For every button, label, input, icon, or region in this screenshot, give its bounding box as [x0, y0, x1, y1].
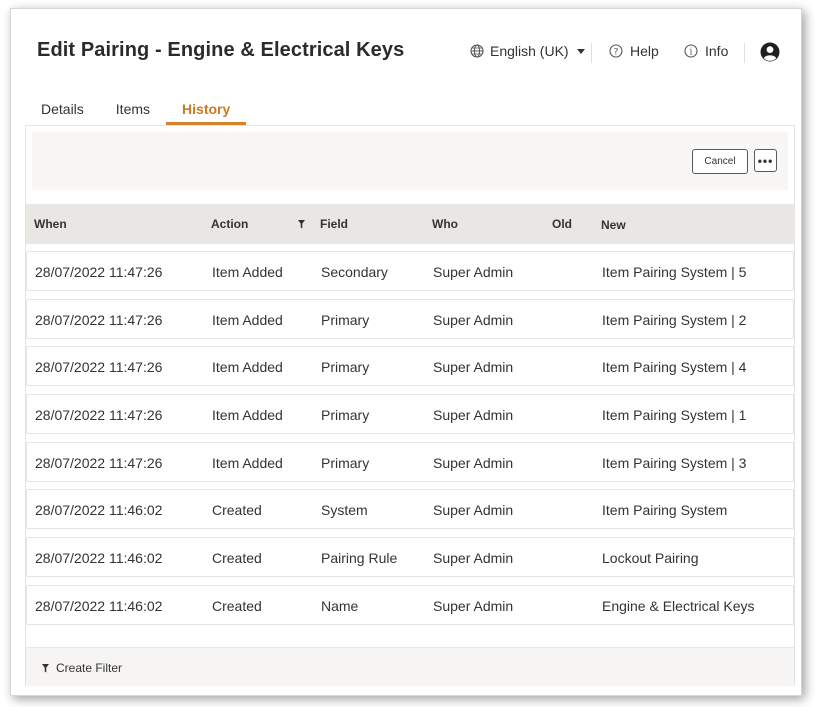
cell-who: Super Admin: [433, 502, 514, 519]
create-filter-button[interactable]: Create Filter: [42, 661, 122, 675]
language-label: English (UK): [490, 43, 569, 59]
tab-history[interactable]: History: [166, 93, 247, 125]
info-label: Info: [705, 43, 729, 59]
cell-field: Secondary: [321, 264, 388, 280]
cell-field: Primary: [321, 407, 370, 424]
cell-who: Super Admin: [433, 597, 514, 614]
svg-text:i: i: [690, 48, 693, 58]
help-label: Help: [630, 43, 659, 59]
column-header-action[interactable]: Action: [211, 217, 248, 231]
cell-who: Super Admin: [433, 454, 514, 471]
question-circle-icon: ?: [609, 44, 623, 58]
tab-items[interactable]: Items: [100, 93, 166, 125]
cell-when: 28/07/2022 11:46:02: [35, 550, 163, 567]
tab-bar: Details Items History: [25, 93, 247, 125]
cell-new: Item Pairing System: [602, 502, 728, 519]
page-title: Edit Pairing - Engine & Electrical Keys: [37, 39, 405, 61]
table-body: 28/07/2022 11:47:26 Item Added Secondary…: [26, 251, 795, 633]
column-header-old[interactable]: Old: [552, 217, 572, 231]
cell-when: 28/07/2022 11:47:26: [35, 359, 163, 376]
column-header-when[interactable]: When: [34, 217, 67, 231]
cell-new: Item Pairing System | 5: [602, 264, 747, 280]
info-button[interactable]: i Info: [684, 43, 728, 59]
cell-action: Item Added: [212, 264, 283, 280]
cell-who: Super Admin: [433, 359, 514, 376]
cell-action: Item Added: [212, 311, 283, 328]
filter-icon[interactable]: [298, 220, 305, 229]
create-filter-label: Create Filter: [56, 661, 123, 675]
table-row[interactable]: 28/07/2022 11:46:02 Created Pairing Rule…: [26, 537, 794, 578]
cell-when: 28/07/2022 11:46:02: [35, 597, 163, 614]
cell-field: Primary: [321, 454, 370, 471]
page-header: Edit Pairing - Engine & Electrical Keys …: [11, 9, 801, 93]
cell-action: Created: [212, 550, 262, 567]
column-header-field[interactable]: Field: [320, 217, 348, 231]
cell-field: Primary: [321, 311, 370, 328]
language-selector[interactable]: English (UK): [470, 43, 585, 59]
table-row[interactable]: 28/07/2022 11:47:26 Item Added Primary S…: [26, 298, 794, 339]
table-row[interactable]: 28/07/2022 11:47:26 Item Added Secondary…: [26, 251, 794, 291]
cell-new: Item Pairing System | 1: [602, 407, 747, 424]
cell-new: Item Pairing System | 4: [602, 359, 747, 376]
svg-text:?: ?: [614, 47, 619, 57]
help-button[interactable]: ? Help: [609, 43, 659, 59]
table-row[interactable]: 28/07/2022 11:46:02 Created Name Super A…: [26, 584, 794, 625]
cell-field: Name: [321, 597, 359, 614]
user-avatar-icon[interactable]: [760, 42, 780, 62]
cell-when: 28/07/2022 11:47:26: [35, 454, 163, 471]
cell-field: Pairing Rule: [321, 550, 398, 567]
filter-icon: [42, 663, 49, 672]
caret-down-icon: [576, 48, 585, 54]
cell-when: 28/07/2022 11:47:26: [35, 407, 163, 424]
history-panel: Cancel ••• When Action Field Who Old New…: [25, 126, 795, 686]
cell-action: Item Added: [212, 454, 283, 471]
toolbar: Cancel •••: [32, 132, 788, 190]
cell-new: Lockout Pairing: [602, 550, 699, 567]
cell-action: Item Added: [212, 407, 283, 424]
info-circle-icon: i: [684, 44, 698, 58]
edit-pairing-window: Edit Pairing - Engine & Electrical Keys …: [10, 8, 802, 696]
cell-field: Primary: [321, 359, 370, 376]
column-header-new[interactable]: New: [601, 218, 626, 232]
header-divider: [744, 43, 745, 63]
cell-new: Item Pairing System | 3: [602, 454, 747, 471]
cell-who: Super Admin: [433, 264, 514, 280]
tab-details[interactable]: Details: [25, 93, 100, 125]
table-row[interactable]: 28/07/2022 11:46:02 Created System Super…: [26, 489, 794, 530]
cell-field: System: [321, 502, 368, 519]
table-footer: Create Filter: [26, 647, 794, 686]
cell-when: 28/07/2022 11:46:02: [35, 502, 163, 519]
cell-who: Super Admin: [433, 407, 514, 424]
table-header: When Action Field Who Old New: [26, 204, 795, 244]
cell-when: 28/07/2022 11:47:26: [35, 311, 163, 328]
cell-action: Created: [212, 597, 262, 614]
table-row[interactable]: 28/07/2022 11:47:26 Item Added Primary S…: [26, 441, 794, 482]
table-row[interactable]: 28/07/2022 11:47:26 Item Added Primary S…: [26, 346, 794, 387]
cancel-button[interactable]: Cancel: [692, 149, 748, 174]
more-options-button[interactable]: •••: [754, 149, 777, 172]
table-row[interactable]: 28/07/2022 11:47:26 Item Added Primary S…: [26, 394, 794, 435]
cell-action: Item Added: [212, 359, 283, 376]
globe-icon: [470, 44, 484, 58]
cell-new: Engine & Electrical Keys: [602, 597, 755, 614]
cell-new: Item Pairing System | 2: [602, 311, 747, 328]
column-header-who[interactable]: Who: [432, 217, 458, 231]
cell-when: 28/07/2022 11:47:26: [35, 264, 163, 280]
cell-who: Super Admin: [433, 550, 514, 567]
cell-action: Created: [212, 502, 262, 519]
cell-who: Super Admin: [433, 311, 514, 328]
header-divider: [591, 43, 592, 63]
